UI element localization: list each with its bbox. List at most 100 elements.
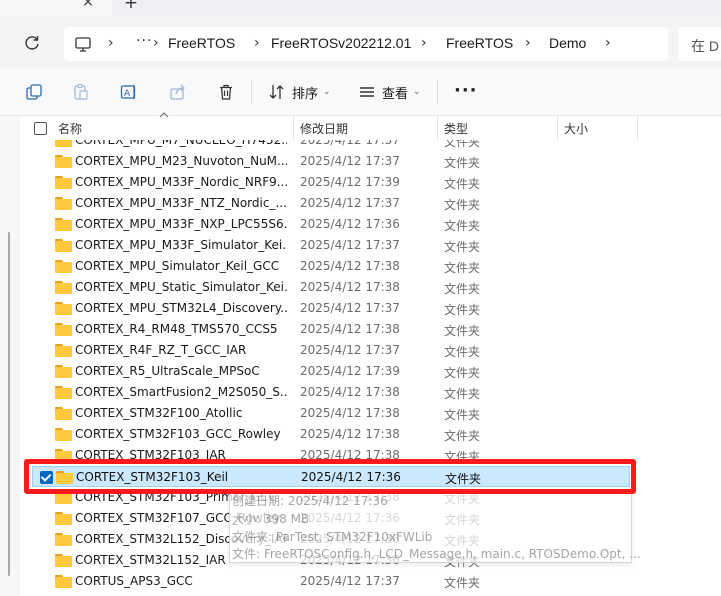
- file-row[interactable]: CORTEX_R5_UltraScale_MPSoC 2025/4/12 17:3…: [32, 361, 672, 382]
- file-date: 2025/4/12 17:38: [300, 385, 400, 399]
- file-type: 文件夹: [444, 219, 481, 233]
- file-row[interactable]: CORTEX_MPU_Simulator_Keil_GCC 2025/4/12 1…: [32, 256, 672, 277]
- file-type: 文件夹: [444, 366, 481, 380]
- search-placeholder: 在 D: [691, 38, 719, 54]
- file-type: 文件夹: [444, 282, 481, 296]
- new-tab-icon[interactable]: +: [123, 0, 139, 13]
- more-options-button[interactable]: ···: [454, 80, 478, 101]
- navigation-pane[interactable]: [0, 116, 20, 596]
- file-type: 文件夹: [444, 324, 481, 338]
- folder-icon: [55, 281, 72, 294]
- file-date: 2025/4/12 17:38: [300, 406, 400, 420]
- file-date: 2025/4/12 17:38: [300, 322, 400, 336]
- column-divider[interactable]: [437, 116, 438, 140]
- column-divider[interactable]: [637, 116, 638, 140]
- file-name: CORTEX_MPU_M33F_NTZ_Nordic_...: [75, 196, 287, 210]
- file-name: CORTEX_MPU_Static_Simulator_Kei...: [75, 280, 287, 294]
- file-row[interactable]: CORTEX_STM32F103_GCC_Rowley 2025/4/12 17:…: [32, 424, 672, 445]
- file-date: 2025/4/12 17:37: [300, 154, 400, 168]
- file-name: CORTEX_STM32F100_Atollic: [75, 406, 243, 420]
- file-date: 2025/4/12 17:37: [300, 343, 400, 357]
- share-icon[interactable]: [169, 83, 187, 101]
- file-date: 2025/4/12 17:37: [300, 238, 400, 252]
- file-row[interactable]: CORTEX_MPU_M23_Nuvoton_NuM... 2025/4/12 1…: [32, 151, 672, 172]
- chevron-right-icon[interactable]: ›: [254, 35, 260, 51]
- file-row[interactable]: CORTEX_STM32F100_Atollic 2025/4/12 17:38 文…: [32, 403, 672, 424]
- folder-icon: [55, 386, 72, 399]
- folder-icon: [55, 407, 72, 420]
- file-row[interactable]: CORTEX_R4_RM48_TMS570_CCS5 2025/4/12 17:3…: [32, 319, 672, 340]
- paste-icon[interactable]: [72, 83, 90, 101]
- close-tab-icon[interactable]: ×: [80, 0, 96, 10]
- breadcrumb-freertos[interactable]: FreeRTOS: [168, 35, 235, 51]
- file-type: 文件夹: [444, 240, 481, 254]
- chevron-right-icon[interactable]: ›: [421, 35, 427, 51]
- breadcrumb-freertosv202212[interactable]: FreeRTOSv202212.01: [271, 35, 411, 51]
- selection-highlight-annotation: [24, 459, 636, 494]
- file-name: CORTEX_MPU_M33F_NXP_LPC55S6...: [75, 217, 287, 231]
- folder-icon: [55, 140, 72, 147]
- folder-icon: [55, 365, 72, 378]
- file-date: 2025/4/12 17:37: [300, 196, 400, 210]
- file-type: 文件夹: [444, 303, 481, 317]
- file-type: 文件夹: [444, 408, 481, 422]
- file-row[interactable]: CORTEX_MPU_M33F_Nordic_NRF9... 2025/4/12 …: [32, 172, 672, 193]
- tab-active[interactable]: ×: [0, 0, 112, 16]
- refresh-icon[interactable]: [22, 33, 42, 53]
- search-input[interactable]: 在 D: [678, 27, 721, 61]
- file-row[interactable]: CORTEX_MPU_M33F_NTZ_Nordic_... 2025/4/12 …: [32, 193, 672, 214]
- folder-icon: [55, 428, 72, 441]
- column-header-date[interactable]: 修改日期: [300, 120, 348, 137]
- column-divider[interactable]: [293, 116, 294, 140]
- file-name: CORTEX_R4_RM48_TMS570_CCS5: [75, 322, 278, 336]
- this-pc-icon[interactable]: [74, 35, 92, 53]
- tooltip-created: 创建日期: 2025/4/12 17:36: [232, 494, 388, 508]
- toolbar-divider: [437, 80, 438, 104]
- delete-icon[interactable]: [217, 83, 235, 101]
- file-row[interactable]: CORTEX_MPU_Static_Simulator_Kei... 2025/4…: [32, 277, 672, 298]
- file-date: 2025/4/12 17:37: [300, 301, 400, 315]
- file-row[interactable]: CORTEX_MPU_M33F_NXP_LPC55S6... 2025/4/12 …: [32, 214, 672, 235]
- breadcrumb-demo[interactable]: Demo: [549, 35, 586, 51]
- file-date: 2025/4/12 17:38: [300, 280, 400, 294]
- file-type: 文件夹: [444, 576, 481, 590]
- view-button[interactable]: 查看 ⌄: [358, 80, 421, 104]
- chevron-right-icon[interactable]: ›: [605, 35, 611, 51]
- file-row[interactable]: CORTEX_SmartFusion2_M2S050_S... 2025/4/12…: [32, 382, 672, 403]
- sort-button[interactable]: 排序 ⌄: [268, 80, 331, 104]
- file-type: 文件夹: [444, 429, 481, 443]
- folder-icon: [55, 260, 72, 273]
- folder-icon: [55, 155, 72, 168]
- folder-icon: [55, 533, 72, 546]
- file-date: 2025/4/12 17:37: [300, 574, 400, 588]
- select-all-checkbox[interactable]: [34, 122, 47, 135]
- file-row[interactable]: CORTUS_APS3_GCC 2025/4/12 17:37 文件夹: [32, 571, 672, 592]
- file-row[interactable]: CORTEX_MPU_M7_NUCLEO_H7432... 2025/4/12 1…: [32, 140, 672, 151]
- file-name: CORTEX_R5_UltraScale_MPSoC: [75, 364, 260, 378]
- chevron-right-icon[interactable]: ›: [108, 35, 114, 51]
- file-type: 文件夹: [444, 177, 481, 191]
- tooltip-size: 大小: 398 MB: [232, 512, 310, 526]
- column-divider[interactable]: [557, 116, 558, 140]
- column-header-size[interactable]: 大小: [564, 120, 588, 137]
- chevron-right-icon[interactable]: ›: [525, 35, 531, 51]
- folder-icon: [55, 323, 72, 336]
- file-name: CORTEX_STM32F103_GCC_Rowley: [75, 427, 281, 441]
- file-row[interactable]: CORTEX_MPU_STM32L4_Discovery... 2025/4/12…: [32, 298, 672, 319]
- file-date: 2025/4/12 17:37: [300, 140, 400, 147]
- rename-icon[interactable]: A: [120, 83, 138, 101]
- chevron-right-icon[interactable]: ›: [153, 35, 159, 51]
- file-row[interactable]: CORTEX_R4F_RZ_T_GCC_IAR 2025/4/12 17:37 文件…: [32, 340, 672, 361]
- file-name: CORTUS_APS3_GCC: [75, 574, 193, 588]
- breadcrumb-overflow[interactable]: ···: [136, 33, 152, 49]
- address-bar[interactable]: › ··· › FreeRTOS › FreeRTOSv202212.01 › …: [64, 27, 668, 61]
- column-header-type[interactable]: 类型: [444, 120, 468, 137]
- folder-icon: [55, 197, 72, 210]
- file-row[interactable]: CORTEX_MPU_M33F_Simulator_Kei... 2025/4/1…: [32, 235, 672, 256]
- view-label: 查看: [382, 86, 409, 102]
- breadcrumb-freertos-sub[interactable]: FreeRTOS: [446, 35, 513, 51]
- file-type: 文件夹: [444, 156, 481, 170]
- column-header-name[interactable]: 名称: [58, 120, 82, 137]
- navigation-scrollbar[interactable]: [8, 232, 10, 576]
- new-icon[interactable]: [25, 83, 43, 101]
